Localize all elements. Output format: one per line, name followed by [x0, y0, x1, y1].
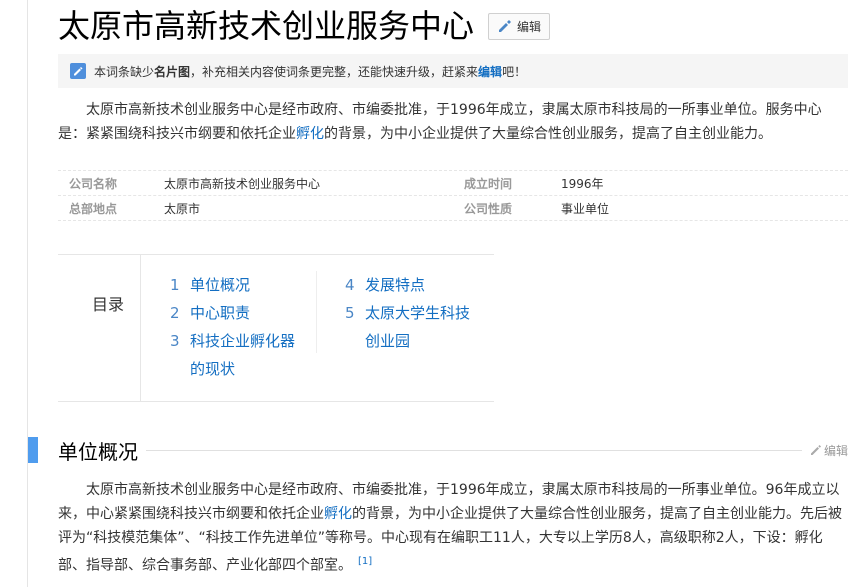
- summary-paragraph: 太原市高新技术创业服务中心是经市政府、市编委批准，于1996年成立，隶属太原市科…: [58, 98, 848, 146]
- toc-text: 中心职责: [190, 304, 251, 322]
- section-edit-label: 编辑: [823, 443, 848, 458]
- info-key: 总部地点: [69, 201, 118, 216]
- toc-number: 4: [345, 276, 355, 294]
- notice-edit-link[interactable]: 编辑: [478, 63, 502, 80]
- left-border: [27, 0, 28, 587]
- notice-text-middle: ，补充相关内容使词条更完整，还能快速升级，赶紧来: [190, 64, 479, 79]
- pencil-icon: [499, 20, 512, 32]
- toc-item-1[interactable]: 1 单位概况: [170, 271, 316, 299]
- info-key: 公司性质: [464, 201, 513, 216]
- toc-item-4[interactable]: 4 发展特点: [345, 271, 477, 299]
- toc-item-3[interactable]: 3 科技企业孵化器的现状: [170, 327, 316, 383]
- section-edit-button[interactable]: 编辑: [801, 441, 848, 459]
- info-value: 太原市高新技术创业服务中心: [164, 176, 321, 191]
- toc-item-2[interactable]: 2 中心职责: [170, 299, 316, 327]
- page-title: 太原市高新技术创业服务中心: [58, 7, 475, 45]
- toc-number: 2: [170, 304, 180, 322]
- edit-notice-icon: [70, 63, 86, 79]
- summary-link-incubation[interactable]: 孵化: [296, 126, 324, 142]
- toc-item-5[interactable]: 5 太原大学生科技创业园: [345, 299, 477, 355]
- notice-bar: 本词条缺少 名片图 ，补充相关内容使词条更完整，还能快速升级，赶紧来 编辑 吧！: [58, 54, 848, 88]
- section-header: 单位概况 编辑: [28, 435, 848, 465]
- toc-label: 目录: [58, 255, 141, 401]
- section-title: 单位概况: [58, 435, 146, 465]
- toc-text: 科技企业孵化器的现状: [190, 332, 296, 378]
- info-key: 成立时间: [464, 176, 513, 191]
- toc-text: 太原大学生科技创业园: [365, 304, 471, 350]
- toc-number: 1: [170, 276, 180, 294]
- basic-info-row: 总部地点 太原市 公司性质 事业单位: [58, 196, 848, 221]
- toc-text: 单位概况: [190, 276, 251, 294]
- edit-button[interactable]: 编辑: [488, 12, 551, 40]
- reference-link[interactable]: [1]: [358, 556, 372, 567]
- notice-bold: 名片图: [154, 64, 191, 79]
- basic-info-row: 公司名称 太原市高新技术创业服务中心 成立时间 1996年: [58, 171, 848, 196]
- toc-number: 3: [170, 332, 180, 350]
- table-of-contents: 目录 1 单位概况 2 中心职责 3 科技企业孵化器的现状 4 发展特点 5 太…: [58, 254, 494, 402]
- summary-text-2: 的背景，为中小企业提供了大量综合性创业服务，提高了自主创业能力。: [324, 126, 772, 142]
- edit-button-label: 编辑: [517, 19, 542, 34]
- toc-column-2: 4 发展特点 5 太原大学生科技创业园: [317, 255, 477, 401]
- title-row: 太原市高新技术创业服务中心 编辑: [58, 2, 551, 46]
- info-value: 1996年: [561, 176, 604, 191]
- section-link-incubation[interactable]: 孵化: [324, 506, 352, 522]
- basic-info-table: 公司名称 太原市高新技术创业服务中心 成立时间 1996年 总部地点 太原市 公…: [58, 170, 848, 221]
- toc-number: 5: [345, 304, 355, 322]
- pencil-icon: [810, 445, 821, 455]
- notice-text-after: 吧！: [502, 64, 527, 79]
- section-divider: [146, 449, 802, 451]
- toc-column-1: 1 单位概况 2 中心职责 3 科技企业孵化器的现状: [141, 271, 317, 378]
- toc-text: 发展特点: [365, 276, 426, 294]
- info-value: 事业单位: [561, 201, 610, 216]
- notice-text-before: 本词条缺少: [94, 64, 155, 79]
- section-marker: [28, 437, 38, 463]
- info-key: 公司名称: [69, 176, 118, 191]
- section-paragraph: 太原市高新技术创业服务中心是经市政府、市编委批准，于1996年成立，隶属太原市科…: [58, 478, 848, 578]
- info-value: 太原市: [164, 201, 201, 216]
